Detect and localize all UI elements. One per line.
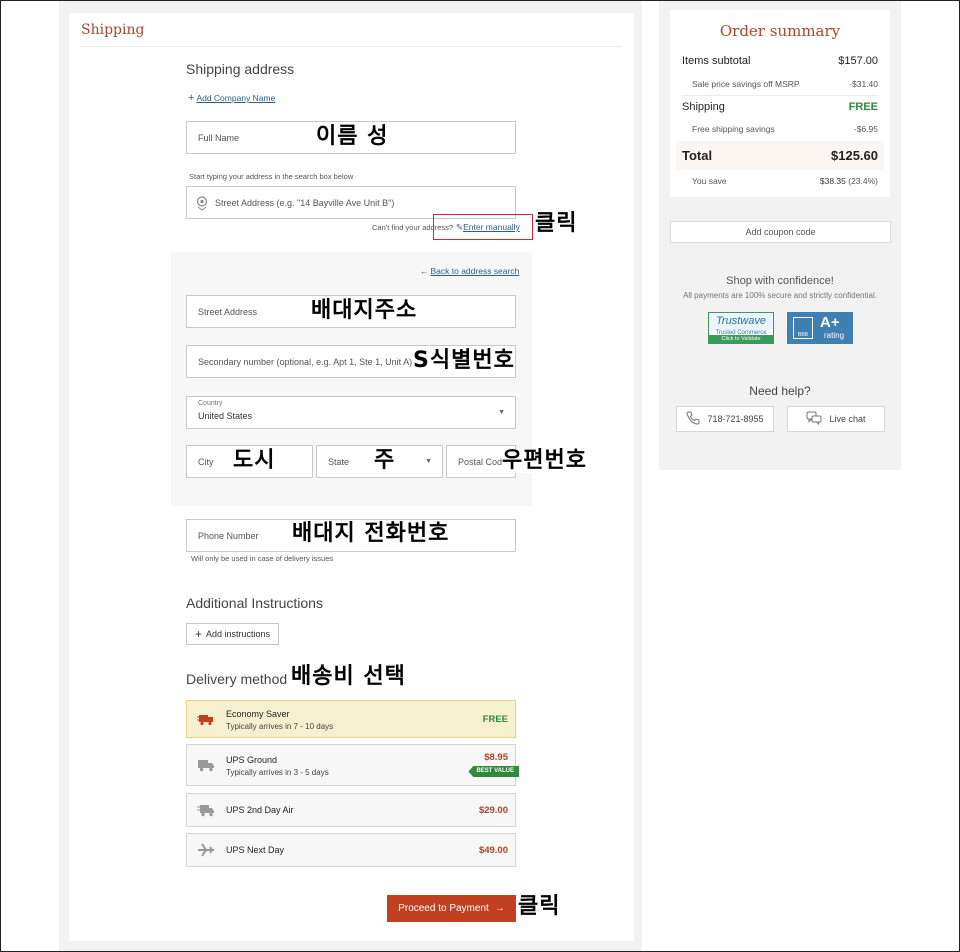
secure-payments-note: All payments are 100% secure and strictl…: [683, 291, 877, 300]
delivery-name: Economy Saver: [226, 709, 290, 719]
page-title: Shipping: [81, 22, 145, 38]
chevron-down-icon: ▼: [425, 458, 432, 465]
delivery-name: UPS Next Day: [226, 845, 285, 855]
you-save-percent: (23.4%): [848, 176, 878, 186]
need-help-heading: Need help?: [749, 384, 811, 398]
delivery-option-ups-2nd-day-air[interactable]: UPS 2nd Day Air $29.00: [186, 793, 516, 827]
chat-bubbles-icon: [806, 411, 822, 427]
annotation-click-proceed: 클릭: [518, 894, 561, 919]
delivery-price: FREE: [482, 714, 508, 725]
title-divider: [81, 46, 622, 47]
arrow-left-icon: ←: [420, 266, 429, 276]
annotation-delivery: 배송비 선택: [291, 664, 406, 689]
street-address-placeholder: Street Address: [198, 306, 258, 317]
total-label: Total: [682, 148, 713, 163]
annotation-click-manual: 클릭: [535, 211, 578, 236]
total-value: $125.60: [831, 148, 878, 163]
phone-support-button[interactable]: 718-721-8955: [676, 406, 774, 432]
delivery-method-heading: Delivery method: [186, 671, 288, 687]
live-chat-button[interactable]: Live chat: [787, 406, 885, 432]
delivery-eta: Typically arrives in 7 - 10 days: [226, 722, 334, 731]
phone-note: Will only be used in case of delivery is…: [191, 554, 334, 563]
order-summary-card: Order summary Items subtotal $157.00 Sal…: [670, 10, 890, 197]
bbb-grade: A+: [820, 314, 840, 331]
msrp-savings-value: -$31.40: [849, 79, 878, 89]
annotation-name: 이름 성: [316, 124, 389, 149]
country-select[interactable]: Country United States ▼: [186, 396, 516, 429]
free-shipping-savings-value: -$6.95: [853, 124, 878, 134]
support-phone-number: 718-721-8955: [707, 414, 764, 424]
address-search-hint: Start typing your address in the search …: [189, 172, 354, 181]
annotation-postal: 우편번호: [502, 448, 587, 474]
delivery-option-economy-saver[interactable]: Economy Saver Typically arrives in 7 - 1…: [186, 700, 516, 738]
phone-icon: [686, 411, 700, 427]
arrow-right-icon: →: [494, 903, 505, 914]
bbb-rating-badge[interactable]: BBB A+ rating: [787, 312, 853, 344]
delivery-price: $49.00: [478, 845, 508, 856]
proceed-to-payment-button[interactable]: Proceed to Payment →: [387, 895, 516, 922]
plus-icon: +: [188, 92, 195, 104]
you-save-label: You save: [692, 176, 727, 186]
delivery-price: $8.95: [484, 752, 508, 763]
add-instructions-button[interactable]: + Add instructions: [186, 623, 279, 645]
plus-icon: +: [194, 627, 202, 641]
delivery-option-ups-ground[interactable]: UPS Ground Typically arrives in 3 - 5 da…: [186, 744, 519, 786]
summary-divider: [682, 95, 878, 96]
city-placeholder: City: [198, 456, 214, 467]
airplane-icon: [197, 843, 215, 857]
free-shipping-savings-label: Free shipping savings: [692, 124, 775, 134]
msrp-savings-label: Sale price savings off MSRP: [692, 79, 800, 89]
location-pin-icon: [195, 195, 211, 211]
country-label: Country: [198, 400, 223, 407]
phone-number-placeholder: Phone Number: [198, 530, 259, 541]
annotation-city: 도시: [233, 448, 276, 473]
items-subtotal-label: Items subtotal: [682, 55, 751, 67]
annotation-state: 주: [374, 448, 396, 473]
chevron-down-icon: ▼: [498, 409, 505, 416]
truck-icon: [197, 758, 215, 772]
best-value-badge: BEST VALUE: [468, 766, 519, 777]
back-to-address-search-link[interactable]: ← Back to address search: [420, 266, 519, 276]
bbb-logo-icon: BBB: [793, 317, 813, 339]
delivery-name: UPS 2nd Day Air: [226, 805, 294, 815]
shipping-address-heading: Shipping address: [186, 61, 295, 77]
highlight-box-enter-manually: [433, 214, 533, 240]
delivery-name: UPS Ground: [226, 755, 278, 765]
items-subtotal-value: $157.00: [838, 55, 878, 67]
order-summary-title: Order summary: [719, 22, 841, 40]
live-chat-label: Live chat: [829, 414, 866, 424]
delivery-eta: Typically arrives in 3 - 5 days: [226, 768, 329, 777]
shop-with-confidence-heading: Shop with confidence!: [726, 275, 834, 287]
secondary-number-placeholder: Secondary number (optional, e.g. Apt 1, …: [198, 356, 413, 367]
postal-code-placeholder: Postal Code: [458, 456, 508, 467]
you-save-value: $38.35: [819, 176, 846, 186]
bbb-rating-text: rating: [824, 331, 845, 340]
state-placeholder: State: [328, 456, 350, 467]
annotation-secondary: S식별번호: [413, 348, 515, 374]
country-value: United States: [198, 411, 253, 421]
street-search-placeholder: Street Address (e.g. "14 Bayville Ave Un…: [215, 197, 395, 208]
annotation-street: 배대지주소: [311, 298, 418, 324]
shipping-value: FREE: [848, 101, 878, 113]
delivery-price: $29.00: [478, 805, 508, 816]
annotation-phone: 배대지 전화번호: [292, 521, 450, 546]
add-company-name-link[interactable]: + Add Company Name: [188, 92, 275, 104]
fast-truck-icon: [197, 803, 215, 817]
trustwave-validate: Click to Validate: [709, 335, 773, 343]
add-coupon-code-button[interactable]: Add coupon code: [670, 221, 891, 243]
trustwave-badge[interactable]: Trustwave Trusted Commerce Click to Vali…: [708, 312, 774, 344]
economy-truck-icon: [197, 712, 215, 726]
full-name-placeholder: Full Name: [198, 132, 240, 143]
shipping-label: Shipping: [682, 101, 725, 113]
additional-instructions-heading: Additional Instructions: [186, 595, 323, 611]
trustwave-title: Trustwave: [709, 313, 773, 330]
delivery-option-ups-next-day[interactable]: UPS Next Day $49.00: [186, 833, 516, 867]
